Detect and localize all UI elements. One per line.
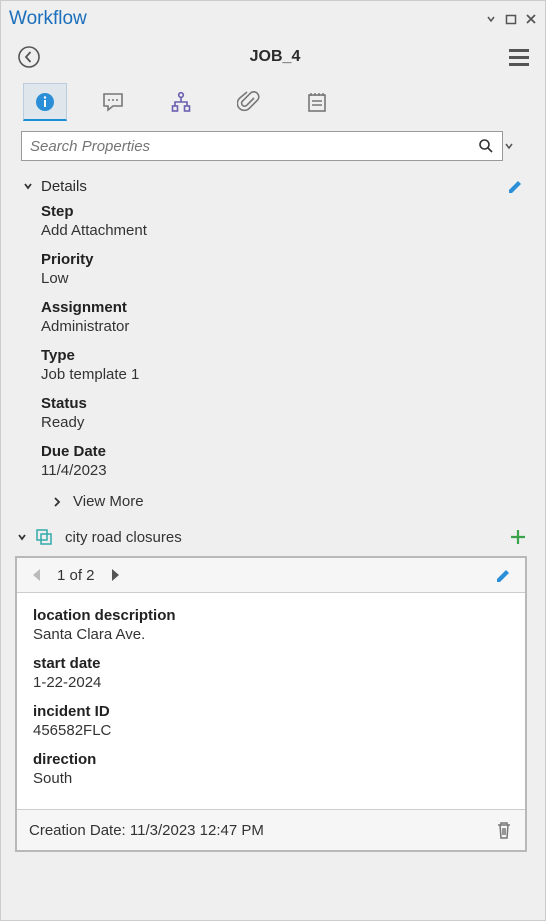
start-label: start date: [33, 655, 509, 672]
tab-info[interactable]: [23, 83, 67, 121]
field-assignment: Assignment Administrator: [21, 295, 525, 343]
tab-attachments[interactable]: [227, 83, 271, 121]
job-title: JOB_4: [43, 48, 507, 66]
titlebar: Workflow: [1, 1, 545, 33]
job-header: JOB_4: [1, 33, 545, 79]
add-related-button[interactable]: [509, 528, 527, 546]
pencil-icon: [495, 566, 513, 584]
search-wrap: [21, 131, 503, 161]
plus-icon: [509, 528, 527, 546]
duedate-label: Due Date: [41, 443, 519, 460]
card-body: location description Santa Clara Ave. st…: [17, 593, 525, 809]
field-startdate: start date 1-22-2024: [33, 651, 509, 699]
priority-value: Low: [41, 270, 519, 287]
details-section: Details Step Add Attachment Priority Low…: [1, 167, 545, 522]
edit-details-button[interactable]: [507, 177, 525, 195]
location-value: Santa Clara Ave.: [33, 626, 509, 643]
titlebar-controls: [485, 13, 537, 25]
field-duedate: Due Date 11/4/2023: [21, 439, 525, 487]
comments-icon: [101, 90, 125, 114]
workflow-panel: Workflow JOB_4: [0, 0, 546, 921]
view-more-button[interactable]: View More: [21, 487, 525, 516]
view-more-label: View More: [73, 493, 144, 510]
back-button[interactable]: [15, 43, 43, 71]
details-collapse-icon[interactable]: [21, 179, 35, 193]
related-card: 1 of 2 location description Santa Clara …: [15, 556, 527, 852]
panel-title: Workflow: [9, 8, 485, 30]
field-incident: incident ID 456582FLC: [33, 699, 509, 747]
related-section: city road closures 1 of 2: [1, 522, 545, 872]
delete-record-button[interactable]: [495, 820, 513, 840]
details-header: Details: [21, 173, 525, 199]
notes-icon: [305, 90, 329, 114]
info-icon: [34, 91, 56, 113]
search-input[interactable]: [22, 134, 470, 159]
tabs-row: [1, 79, 545, 127]
pencil-icon: [507, 177, 525, 195]
maximize-icon[interactable]: [505, 13, 517, 25]
details-title: Details: [41, 178, 87, 195]
direction-label: direction: [33, 751, 509, 768]
type-value: Job template 1: [41, 366, 519, 383]
attachment-icon: [237, 90, 261, 114]
direction-value: South: [33, 770, 509, 787]
card-header: 1 of 2: [17, 558, 525, 593]
card-pager: 1 of 2: [29, 567, 123, 584]
pager-text: 1 of 2: [53, 567, 99, 584]
duedate-value: 11/4/2023: [41, 462, 519, 479]
chevron-right-icon: [51, 496, 63, 508]
search-icon[interactable]: [470, 138, 502, 154]
related-header: city road closures: [15, 524, 527, 550]
search-dropdown-icon[interactable]: [503, 140, 525, 152]
step-label: Step: [41, 203, 519, 220]
field-priority: Priority Low: [21, 247, 525, 295]
prev-record-button[interactable]: [29, 567, 45, 583]
autohide-icon[interactable]: [485, 13, 497, 25]
field-status: Status Ready: [21, 391, 525, 439]
trash-icon: [495, 820, 513, 840]
related-layer-icon: [35, 528, 53, 546]
field-type: Type Job template 1: [21, 343, 525, 391]
tab-notes[interactable]: [295, 83, 339, 121]
arrow-right-icon: [107, 567, 123, 583]
field-direction: direction South: [33, 747, 509, 795]
menu-button[interactable]: [507, 47, 531, 68]
next-record-button[interactable]: [107, 567, 123, 583]
close-icon[interactable]: [525, 13, 537, 25]
assignment-label: Assignment: [41, 299, 519, 316]
diagram-icon: [169, 90, 193, 114]
start-value: 1-22-2024: [33, 674, 509, 691]
step-value: Add Attachment: [41, 222, 519, 239]
tab-comments[interactable]: [91, 83, 135, 121]
status-value: Ready: [41, 414, 519, 431]
creation-date: Creation Date: 11/3/2023 12:47 PM: [29, 822, 264, 839]
related-title: city road closures: [65, 529, 182, 546]
arrow-left-icon: [29, 567, 45, 583]
incident-label: incident ID: [33, 703, 509, 720]
assignment-value: Administrator: [41, 318, 519, 335]
edit-record-button[interactable]: [495, 566, 513, 584]
card-footer: Creation Date: 11/3/2023 12:47 PM: [17, 809, 525, 850]
status-label: Status: [41, 395, 519, 412]
search-row: [1, 127, 545, 167]
field-location: location description Santa Clara Ave.: [33, 603, 509, 651]
tab-diagram[interactable]: [159, 83, 203, 121]
related-collapse-icon[interactable]: [15, 530, 29, 544]
field-step: Step Add Attachment: [21, 199, 525, 247]
type-label: Type: [41, 347, 519, 364]
incident-value: 456582FLC: [33, 722, 509, 739]
priority-label: Priority: [41, 251, 519, 268]
location-label: location description: [33, 607, 509, 624]
